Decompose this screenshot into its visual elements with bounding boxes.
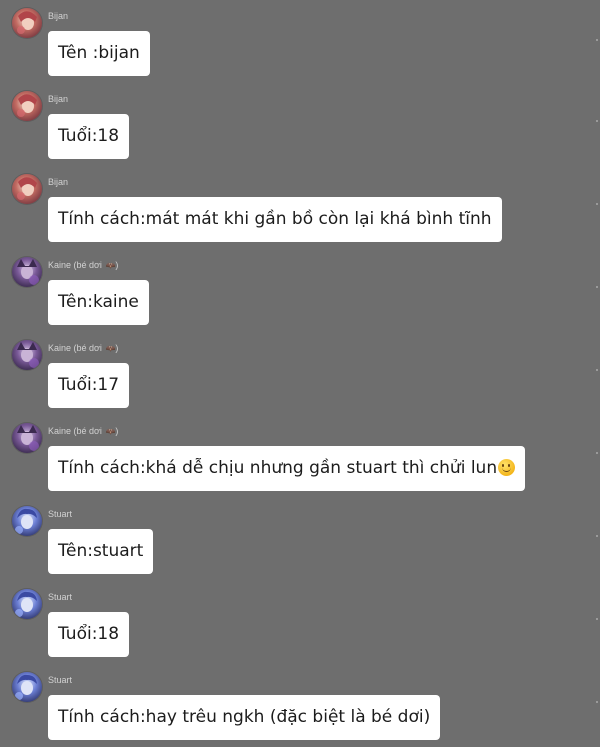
chat-message: Kaine (bé dơi 🦇) Tính cách:khá dễ chịu n… <box>0 415 600 498</box>
sender-name: Bijan <box>48 94 69 104</box>
chat-message: Kaine (bé dơi 🦇) Tên:kaine <box>0 249 600 332</box>
edge-divider <box>596 535 598 537</box>
message-text: Tính cách:hay trêu ngkh (đặc biệt là bé … <box>58 707 431 727</box>
message-bubble[interactable]: Tuổi:17 <box>48 363 130 408</box>
message-text: Tên:kaine <box>58 292 139 312</box>
message-bubble[interactable]: Tính cách:hay trêu ngkh (đặc biệt là bé … <box>48 695 441 740</box>
message-text: Tuổi:17 <box>58 375 120 395</box>
chat-message: Stuart Tên:stuart <box>0 498 600 581</box>
sender-name: Bijan <box>48 177 69 187</box>
sender-name: Kaine (bé dơi 🦇) <box>48 343 119 353</box>
message-text: Tên:stuart <box>58 541 144 561</box>
message-text: Tuổi:18 <box>58 624 120 644</box>
slightly-smiling-face-icon <box>498 459 516 476</box>
edge-divider <box>596 369 598 371</box>
sender-name: Kaine (bé dơi 🦇) <box>48 426 119 436</box>
stuart-avatar-icon[interactable] <box>12 672 42 702</box>
message-bubble[interactable]: Tên:kaine <box>48 280 149 325</box>
message-text: Tên :bijan <box>58 43 140 63</box>
bijan-avatar-icon[interactable] <box>12 174 42 204</box>
stuart-avatar-icon[interactable] <box>12 506 42 536</box>
message-text: Tuổi:18 <box>58 126 120 146</box>
edge-divider <box>596 452 598 454</box>
bat-emoji-icon: 🦇 <box>105 261 116 270</box>
edge-divider <box>596 618 598 620</box>
message-bubble[interactable]: Tên:stuart <box>48 529 154 574</box>
message-bubble[interactable]: Tuổi:18 <box>48 612 130 657</box>
edge-divider <box>596 39 598 41</box>
message-bubble[interactable]: Tính cách:mát mát khi gần bồ còn lại khá… <box>48 197 502 242</box>
sender-name: Bijan <box>48 11 69 21</box>
chat-message: Bijan Tên :bijan <box>0 0 600 83</box>
message-bubble[interactable]: Tuổi:18 <box>48 114 130 159</box>
sender-name: Stuart <box>48 592 73 602</box>
kaine-avatar-icon[interactable] <box>12 340 42 370</box>
kaine-avatar-icon[interactable] <box>12 257 42 287</box>
edge-divider <box>596 286 598 288</box>
chat-message: Kaine (bé dơi 🦇) Tuổi:17 <box>0 332 600 415</box>
sender-name: Kaine (bé dơi 🦇) <box>48 260 119 270</box>
chat-message: Bijan Tính cách:mát mát khi gần bồ còn l… <box>0 166 600 249</box>
bat-emoji-icon: 🦇 <box>105 427 116 436</box>
kaine-avatar-icon[interactable] <box>12 423 42 453</box>
bijan-avatar-icon[interactable] <box>12 91 42 121</box>
bat-emoji-icon: 🦇 <box>105 344 116 353</box>
message-bubble[interactable]: Tên :bijan <box>48 31 150 76</box>
message-bubble[interactable]: Tính cách:khá dễ chịu nhưng gần stuart t… <box>48 446 526 491</box>
bijan-avatar-icon[interactable] <box>12 8 42 38</box>
stuart-avatar-icon[interactable] <box>12 589 42 619</box>
chat-message: Stuart Tính cách:hay trêu ngkh (đặc biệt… <box>0 664 600 747</box>
sender-name: Stuart <box>48 509 73 519</box>
sender-name: Stuart <box>48 675 73 685</box>
edge-divider <box>596 120 598 122</box>
message-text: Tính cách:mát mát khi gần bồ còn lại khá… <box>58 209 492 229</box>
chat-conversation: Bijan Tên :bijan Bijan Tuổi:18 Bijan Tín… <box>0 0 600 747</box>
chat-message: Bijan Tuổi:18 <box>0 83 600 166</box>
edge-divider <box>596 701 598 703</box>
message-text: Tính cách:khá dễ chịu nhưng gần stuart t… <box>58 458 498 478</box>
edge-divider <box>596 203 598 205</box>
chat-message: Stuart Tuổi:18 <box>0 581 600 664</box>
